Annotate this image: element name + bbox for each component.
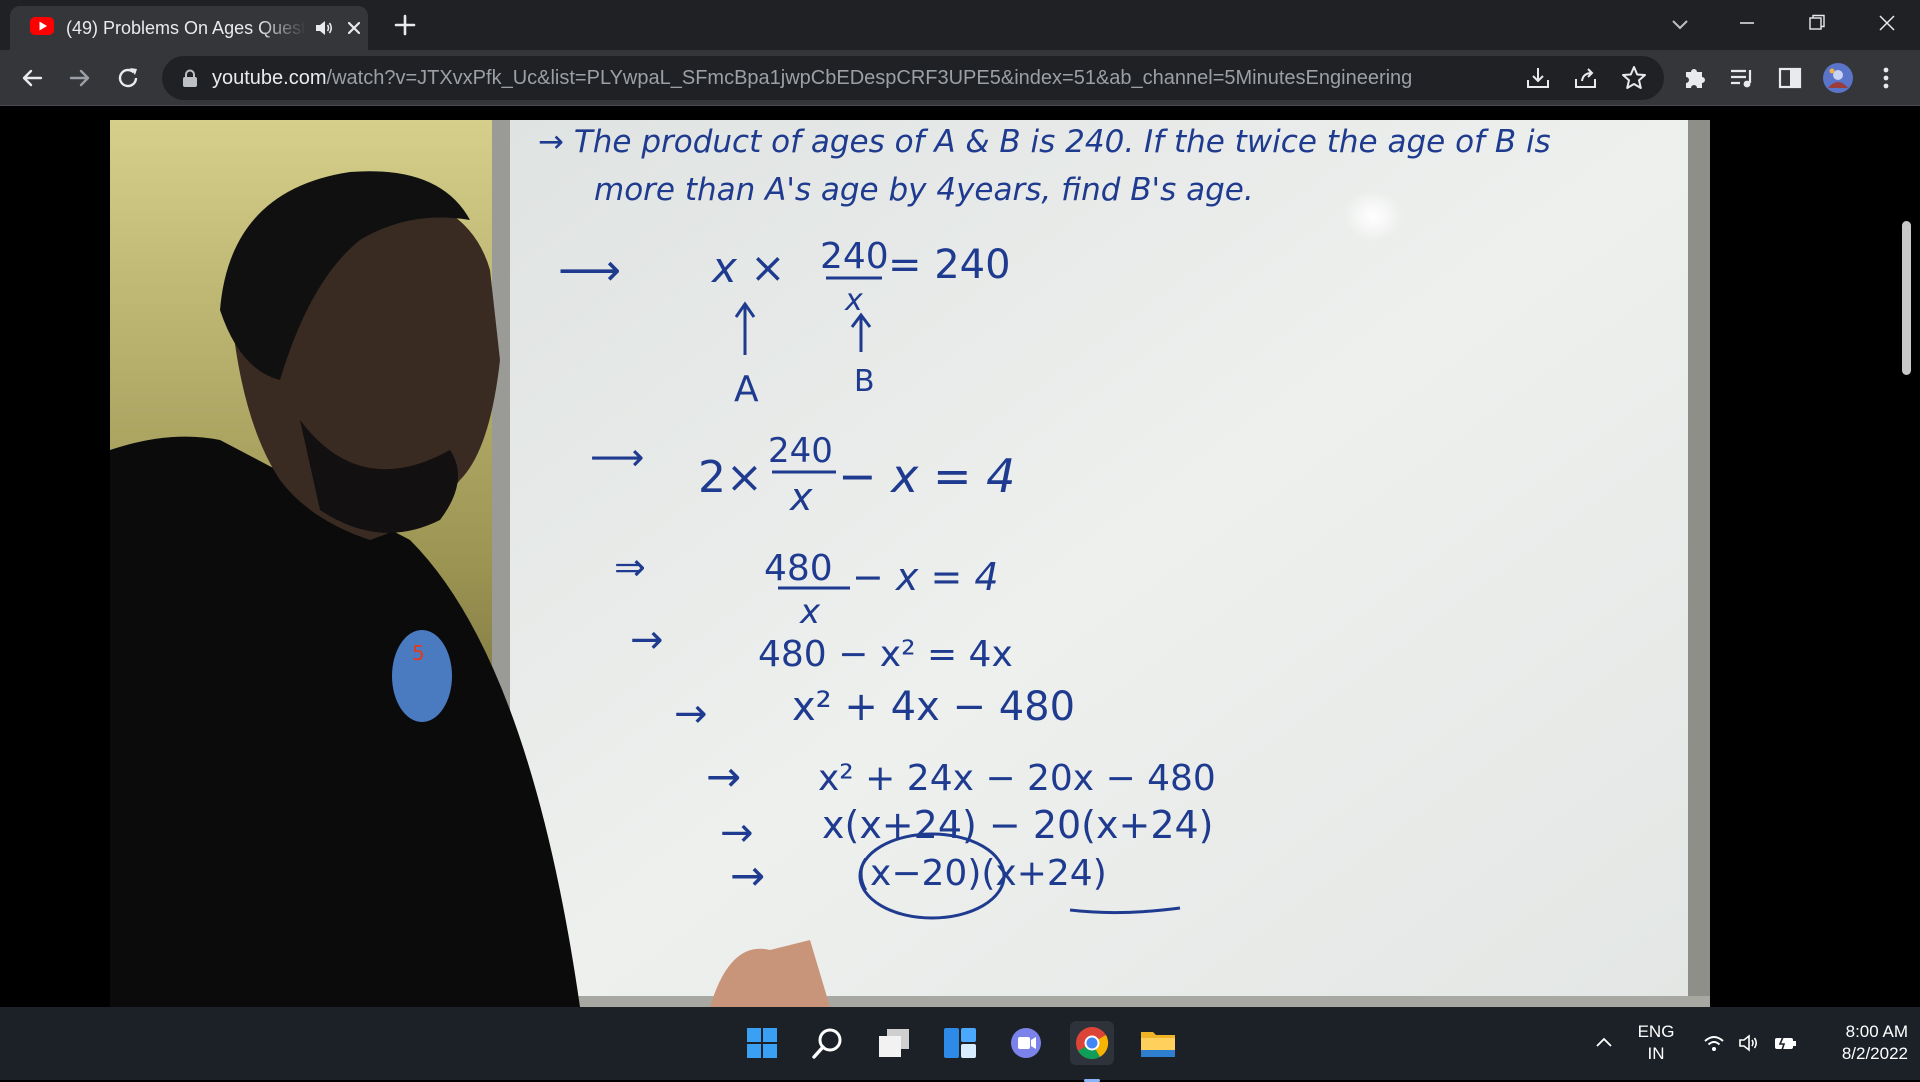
youtube-icon — [30, 17, 54, 35]
plus-icon[interactable] — [392, 12, 418, 38]
arrow-6: → — [706, 752, 741, 801]
folder-glyph — [1141, 1032, 1175, 1057]
step2-left: 2× — [698, 452, 763, 503]
kebab-menu-icon[interactable] — [1870, 62, 1902, 94]
step2-right: − x = 4 — [838, 449, 1015, 503]
teams-chat-icon[interactable] — [1004, 1021, 1048, 1065]
shirt-badge-text: 5 — [412, 641, 425, 665]
widgets-glyph — [944, 1028, 976, 1058]
extensions-icon[interactable] — [1678, 62, 1710, 94]
arrow-7: → — [720, 810, 754, 856]
clock[interactable]: 8:00 AM 8/2/2022 — [1812, 1021, 1908, 1065]
step1-right: = 240 — [888, 242, 1011, 288]
url-path: /watch?v=JTXvxPfk_Uc&list=PLYwpaL_SFmcBp… — [326, 67, 1413, 89]
board-tray — [510, 996, 1710, 1007]
arrow-4: → — [630, 617, 664, 663]
arrow-8: → — [730, 851, 765, 900]
side-panel-icon[interactable] — [1774, 62, 1806, 94]
video-player[interactable]: → The product of ages of A & B is 240. I… — [110, 120, 1710, 1007]
task-view-icon[interactable] — [872, 1021, 916, 1065]
tab-title: (49) Problems On Ages Questions — [66, 18, 306, 38]
widgets-icon[interactable] — [938, 1021, 982, 1065]
chrome-icon[interactable] — [1070, 1021, 1114, 1082]
minimize-icon[interactable] — [1724, 8, 1770, 38]
video-frame: → The product of ages of A & B is 240. I… — [110, 120, 1710, 1007]
step1-numerator: 240 — [820, 236, 889, 277]
arrow-5: → — [674, 691, 708, 737]
page-content: → The product of ages of A & B is 240. I… — [0, 107, 1920, 1007]
step8: (x−20)(x+24) — [856, 853, 1107, 894]
search-icon[interactable] — [806, 1021, 850, 1065]
arrow-1: ⟶ — [558, 245, 621, 296]
chevron-down-icon[interactable] — [1668, 12, 1692, 36]
media-queue-icon[interactable] — [1726, 62, 1758, 94]
windows-taskbar: ENG IN 8:00 AM 8/2/2022 — [0, 1007, 1920, 1082]
task-view-glyph — [879, 1029, 909, 1057]
chevron-up-icon[interactable] — [1594, 1033, 1614, 1053]
reload-icon[interactable] — [112, 62, 144, 94]
speaker-icon[interactable] — [314, 19, 334, 37]
step6: x² + 24x − 20x − 480 — [818, 758, 1216, 799]
star-icon[interactable] — [1618, 62, 1650, 94]
back-arrow-icon[interactable] — [16, 62, 48, 94]
step3-right: − x = 4 — [852, 555, 999, 599]
url-text: youtube.com/watch?v=JTXvxPfk_Uc&list=PLY… — [212, 56, 1412, 100]
page-scrollbar[interactable] — [1902, 221, 1911, 375]
step1-denominator: x — [844, 283, 863, 318]
clock-date: 8/2/2022 — [1841, 1044, 1908, 1063]
language-code: ENG — [1637, 1022, 1675, 1041]
close-icon[interactable] — [1863, 8, 1909, 38]
windows-logo — [747, 1028, 777, 1058]
label-a: A — [734, 369, 759, 410]
install-icon[interactable] — [1522, 62, 1554, 94]
browser-toolbar: youtube.com/watch?v=JTXvxPfk_Uc&list=PLY… — [0, 50, 1920, 106]
wifi-icon[interactable] — [1702, 1031, 1726, 1055]
file-explorer-icon[interactable] — [1136, 1021, 1180, 1065]
arrow-3: ⇒ — [614, 545, 646, 589]
lock-icon[interactable] — [182, 69, 198, 87]
step3-numerator: 480 — [764, 548, 833, 589]
profile-avatar[interactable] — [1822, 62, 1854, 94]
step3-denominator: x — [799, 592, 821, 632]
clock-time: 8:00 AM — [1845, 1022, 1908, 1041]
region-code: IN — [1647, 1044, 1665, 1063]
arrow-2: ⟶ — [590, 435, 644, 479]
step2-numerator: 240 — [768, 431, 833, 471]
windows-start-icon[interactable] — [740, 1021, 784, 1065]
url-domain: youtube.com — [212, 67, 327, 89]
address-bar[interactable]: youtube.com/watch?v=JTXvxPfk_Uc&list=PLY… — [162, 56, 1664, 100]
active-tab[interactable]: (49) Problems On Ages Questions — [10, 6, 368, 50]
battery-icon[interactable] — [1772, 1031, 1798, 1055]
step7: x(x+24) − 20(x+24) — [822, 803, 1214, 847]
forward-arrow-icon[interactable] — [64, 62, 96, 94]
question-line-2: more than A's age by 4years, find B's ag… — [594, 172, 1254, 208]
step5: x² + 4x − 480 — [792, 684, 1075, 730]
magnifier-glyph — [812, 1028, 842, 1059]
chrome-glyph — [1076, 1027, 1109, 1060]
question-line-1: → The product of ages of A & B is 240. I… — [538, 124, 1551, 160]
step2-denominator: x — [789, 475, 813, 519]
restore-icon[interactable] — [1793, 8, 1839, 38]
step1-left: x × — [710, 243, 785, 292]
label-b: B — [854, 364, 875, 399]
share-icon[interactable] — [1570, 62, 1602, 94]
board-frame-right — [1688, 120, 1710, 1007]
close-icon[interactable] — [344, 18, 364, 38]
tab-strip: (49) Problems On Ages Questions — [0, 0, 1920, 50]
teams-glyph — [1011, 1028, 1041, 1058]
language-indicator[interactable]: ENG IN — [1630, 1021, 1682, 1065]
step4: 480 − x² = 4x — [758, 634, 1013, 675]
whiteboard — [510, 120, 1710, 1007]
volume-icon[interactable] — [1737, 1031, 1761, 1055]
light-glare — [1343, 190, 1403, 242]
